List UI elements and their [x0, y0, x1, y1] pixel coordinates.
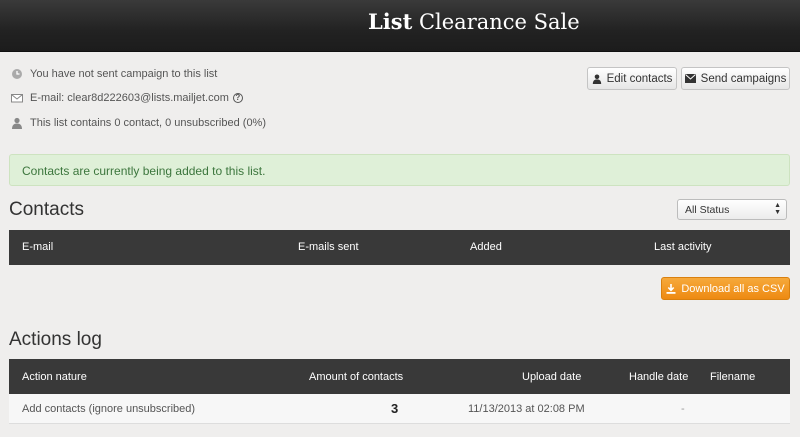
user-icon [11, 117, 23, 129]
actions-log-table-header: Action nature Amount of contacts Upload … [9, 359, 790, 394]
log-upload-date: 11/13/2013 at 02:08 PM [468, 403, 585, 415]
email-label: E-mail: [30, 92, 65, 104]
page-title-prefix: List [368, 9, 413, 34]
download-csv-button[interactable]: Download all as CSV [661, 277, 790, 300]
column-emails-sent[interactable]: E-mails sent [298, 241, 359, 253]
column-handle-date[interactable]: Handle date [629, 371, 688, 383]
log-action-nature: Add contacts (ignore unsubscribed) [22, 403, 196, 415]
log-handle-date: - [681, 403, 685, 415]
contacts-heading: Contacts [9, 199, 84, 220]
status-filter-value: All Status [685, 204, 730, 216]
contacts-table-header: E-mail E-mails sent Added Last activity [9, 230, 790, 265]
campaign-status-row: You have not sent campaign to this list [11, 68, 217, 80]
download-icon [666, 283, 676, 294]
column-email[interactable]: E-mail [22, 241, 53, 253]
send-campaigns-label: Send campaigns [700, 72, 787, 85]
column-last-activity[interactable]: Last activity [654, 241, 711, 253]
person-icon [592, 74, 601, 84]
email-address: clear8d222603@lists.mailjet.com [67, 92, 229, 104]
mail-icon [684, 74, 696, 83]
status-filter-select[interactable]: All Status ▲ ▼ [677, 199, 787, 220]
select-arrows-icon: ▲ ▼ [774, 202, 781, 216]
contacts-summary-row: This list contains 0 contact, 0 unsubscr… [11, 117, 266, 129]
column-upload-date[interactable]: Upload date [522, 371, 581, 383]
campaign-status-text: You have not sent campaign to this list [30, 68, 218, 80]
page-title-name: Clearance Sale [412, 10, 580, 34]
page-title: List Clearance Sale [368, 9, 580, 34]
clock-icon [11, 68, 23, 80]
contacts-summary-text: This list contains 0 contact, 0 unsubscr… [30, 117, 267, 129]
email-row: E-mail: clear8d222603@lists.mailjet.com … [11, 92, 243, 104]
send-campaigns-button[interactable]: Send campaigns [681, 67, 790, 90]
help-icon[interactable]: ? [232, 93, 243, 103]
column-filename[interactable]: Filename [710, 371, 755, 383]
column-added[interactable]: Added [470, 241, 502, 253]
column-action-nature[interactable]: Action nature [22, 371, 87, 383]
download-csv-label: Download all as CSV [681, 282, 785, 295]
actions-log-heading: Actions log [9, 329, 102, 350]
page-header: List Clearance Sale [0, 0, 800, 52]
table-row: Add contacts (ignore unsubscribed) 3 11/… [9, 394, 790, 424]
edit-contacts-label: Edit contacts [606, 72, 673, 85]
status-alert: Contacts are currently being added to th… [9, 154, 790, 186]
column-amount-of-contacts[interactable]: Amount of contacts [309, 371, 403, 383]
edit-contacts-button[interactable]: Edit contacts [587, 67, 677, 90]
envelope-icon [11, 92, 23, 104]
log-amount: 3 [391, 401, 399, 416]
status-alert-message: Contacts are currently being added to th… [22, 164, 266, 178]
